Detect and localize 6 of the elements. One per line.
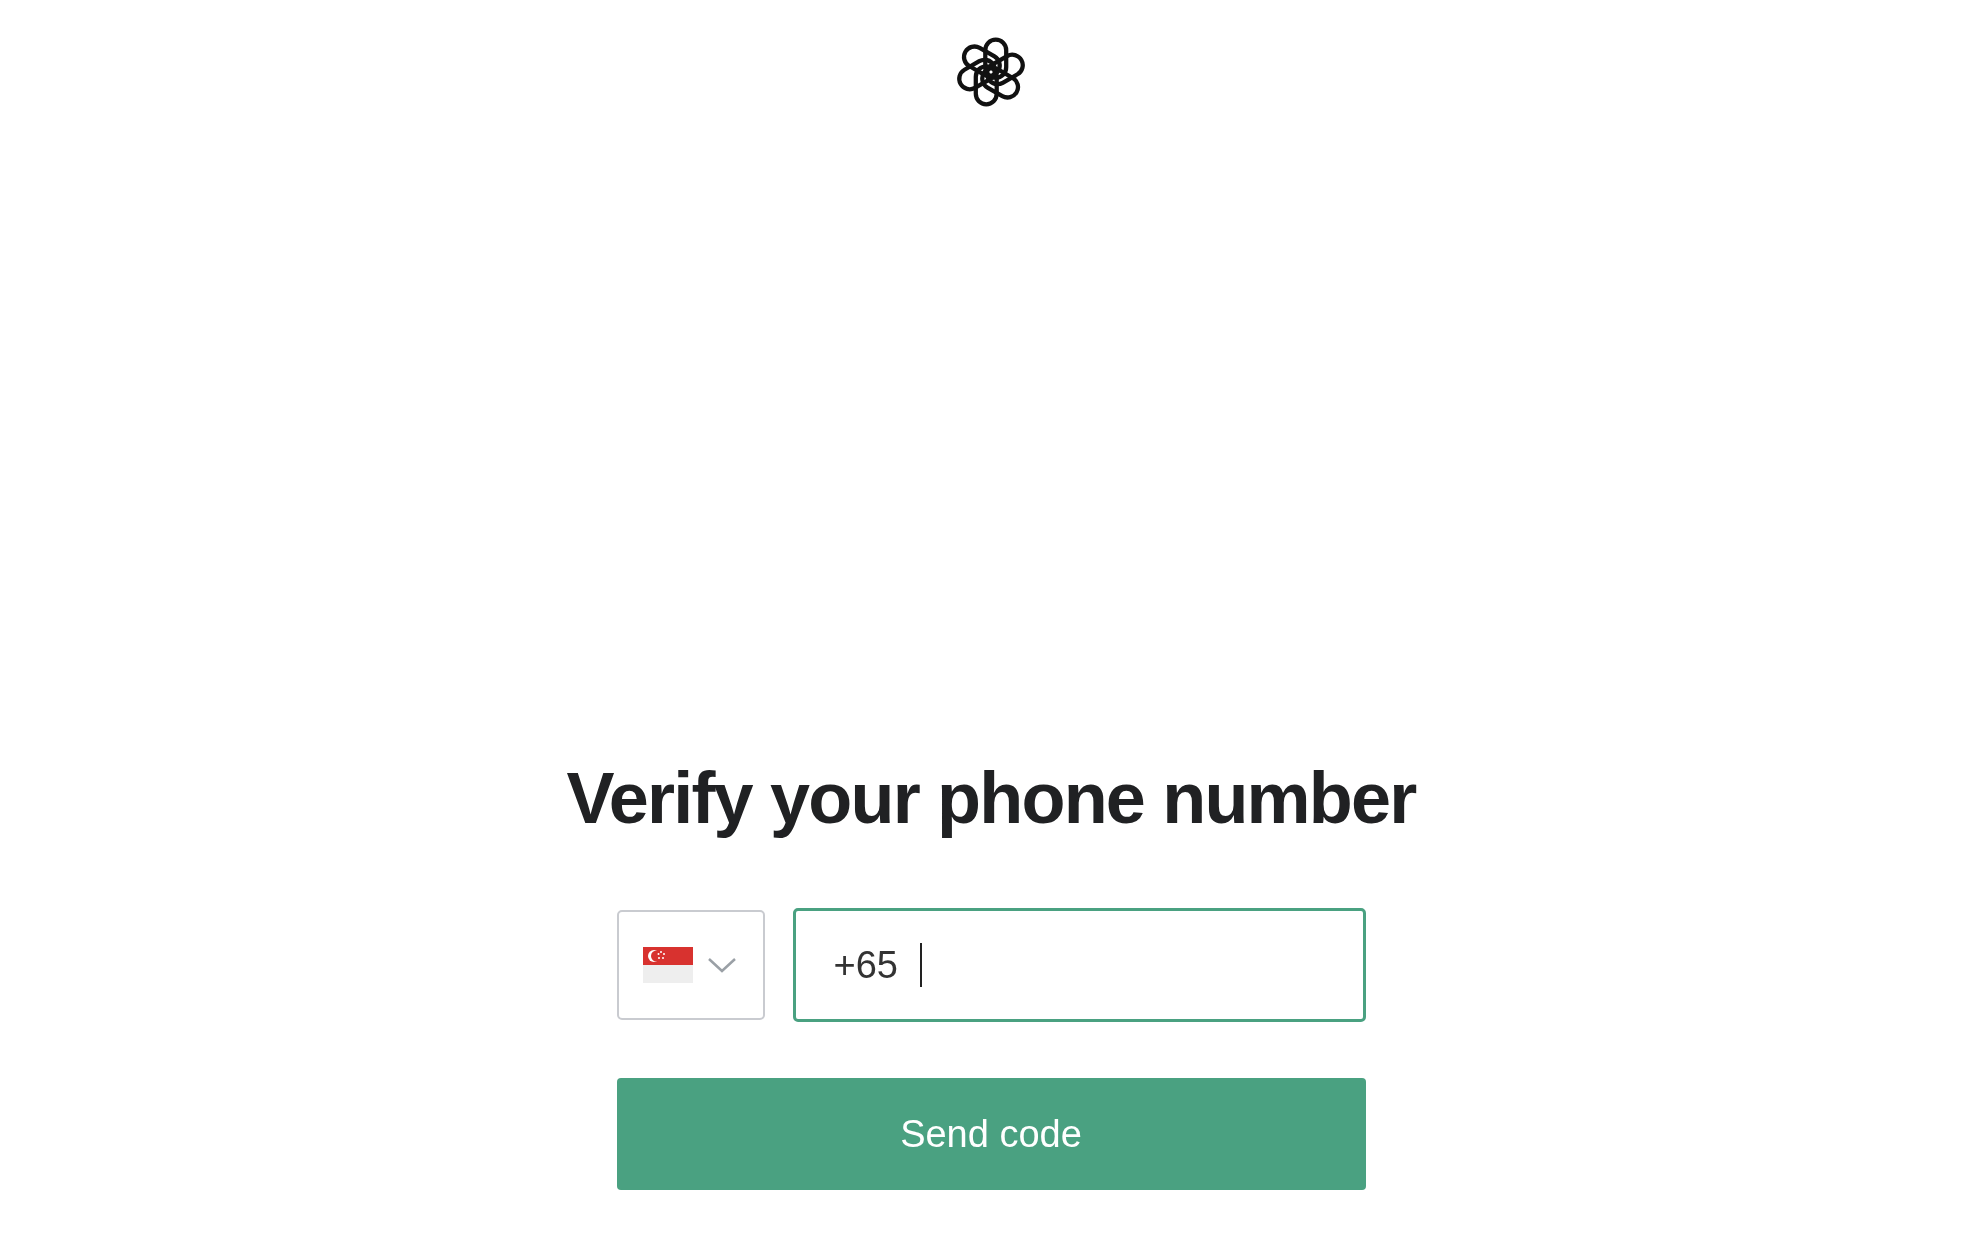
phone-value: +65 bbox=[833, 942, 898, 988]
country-select[interactable] bbox=[616, 910, 765, 1020]
singapore-flag-icon bbox=[642, 947, 693, 983]
chevron-down-icon bbox=[706, 956, 737, 974]
phone-input[interactable]: +65 bbox=[792, 908, 1366, 1022]
text-cursor bbox=[919, 943, 922, 987]
